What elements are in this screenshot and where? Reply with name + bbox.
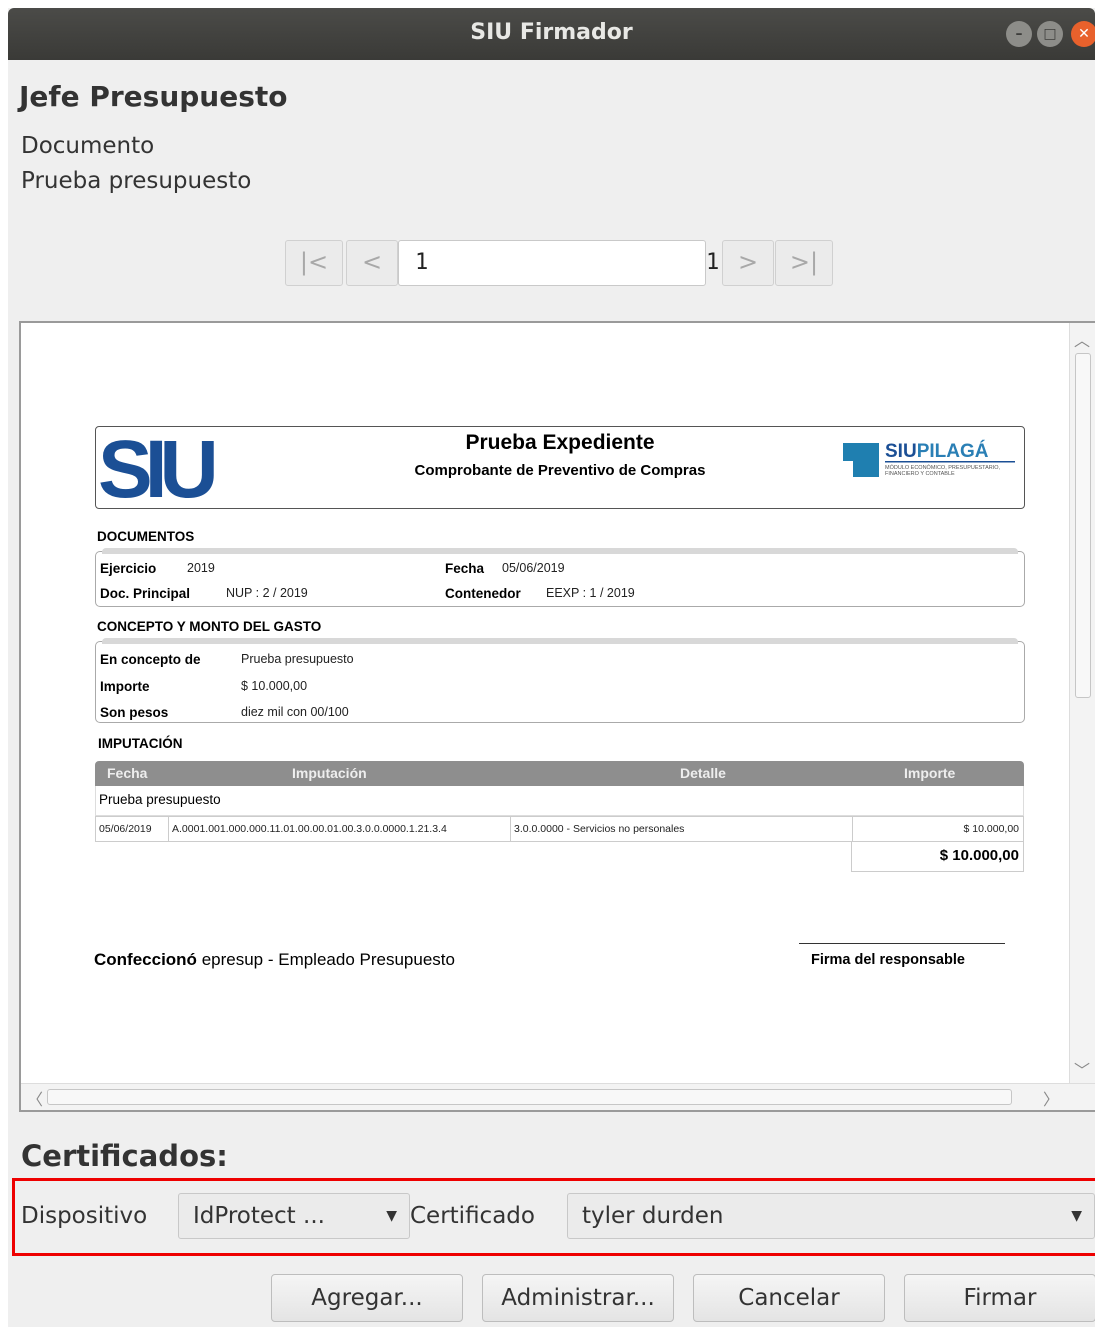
horizontal-scroll-thumb[interactable] bbox=[47, 1089, 1012, 1105]
certificados-title: Certificados: bbox=[21, 1139, 228, 1173]
siu-pilaga-logo: SIUPILAGÁ MÓDULO ECONÓMICO, PRESUPUESTAR… bbox=[843, 440, 1015, 477]
chevron-down-icon: ▼ bbox=[386, 1208, 397, 1224]
fecha-label: Fecha bbox=[445, 561, 485, 576]
dispositivo-label: Dispositivo bbox=[21, 1203, 148, 1229]
concepto-label: En concepto de bbox=[100, 652, 201, 667]
cancelar-button[interactable]: Cancelar bbox=[693, 1274, 885, 1322]
pdf-page: SIU Prueba Expediente Comprobante de Pre… bbox=[21, 323, 1071, 1083]
agregar-button[interactable]: Agregar... bbox=[271, 1274, 463, 1322]
scroll-right-icon[interactable]: 〉 bbox=[1043, 1086, 1059, 1110]
concepto-value: Prueba presupuesto bbox=[241, 652, 354, 666]
row-imputacion: A.0001.001.000.000.11.01.00.00.01.00.3.0… bbox=[169, 817, 511, 841]
documentos-box: Ejercicio 2019 Fecha 05/06/2019 Doc. Pri… bbox=[95, 548, 1025, 607]
doc-principal-label: Doc. Principal bbox=[100, 586, 191, 601]
documentos-title: DOCUMENTOS bbox=[97, 529, 195, 544]
confecciono-value: epresup - Empleado Presupuesto bbox=[201, 950, 455, 969]
signature-label: Firma del responsable bbox=[811, 952, 965, 968]
page-number-input[interactable]: 1 bbox=[398, 240, 706, 286]
app-window: SIU Firmador – □ ✕ Jefe Presupuesto Docu… bbox=[8, 8, 1095, 1327]
scroll-down-icon[interactable]: ﹀ bbox=[1074, 1057, 1090, 1081]
concepto-box: En concepto de Prueba presupuesto Import… bbox=[95, 638, 1025, 723]
row-importe: $ 10.000,00 bbox=[963, 823, 1019, 835]
close-icon[interactable]: ✕ bbox=[1071, 21, 1095, 47]
page-total: 1 bbox=[706, 250, 720, 275]
row-detalle: 3.0.0.0000 - Servicios no personales bbox=[511, 817, 853, 841]
title-bar[interactable]: SIU Firmador – □ ✕ bbox=[8, 8, 1095, 60]
scroll-left-icon[interactable]: 〈 bbox=[27, 1086, 43, 1110]
svg-text:MÓDULO ECONÓMICO, PRESUPUESTAR: MÓDULO ECONÓMICO, PRESUPUESTARIO, bbox=[885, 464, 1001, 471]
maximize-icon[interactable]: □ bbox=[1037, 21, 1063, 47]
concepto-title: CONCEPTO Y MONTO DEL GASTO bbox=[97, 619, 322, 634]
administrar-button[interactable]: Administrar... bbox=[482, 1274, 674, 1322]
imputacion-title: IMPUTACIÓN bbox=[98, 736, 183, 751]
confecciono-label: Confeccionó bbox=[94, 950, 197, 969]
horizontal-scrollbar[interactable]: 〈 〉 bbox=[21, 1083, 1095, 1110]
son-pesos-label: Son pesos bbox=[100, 705, 169, 720]
certificado-value: tyler durden bbox=[582, 1203, 724, 1229]
dispositivo-dropdown[interactable]: IdProtect ... ▼ bbox=[178, 1193, 410, 1239]
table-group-row: Prueba presupuesto bbox=[95, 786, 1024, 816]
window-title: SIU Firmador bbox=[470, 20, 633, 45]
certificado-label: Certificado bbox=[410, 1203, 535, 1229]
document-name: Prueba presupuesto bbox=[21, 168, 252, 194]
minimize-icon[interactable]: – bbox=[1006, 21, 1032, 47]
doc-principal-value: NUP : 2 / 2019 bbox=[226, 586, 308, 600]
ejercicio-label: Ejercicio bbox=[100, 561, 157, 576]
svg-text:SIUPILAGÁ: SIUPILAGÁ bbox=[885, 440, 989, 462]
document-label: Documento bbox=[21, 133, 155, 159]
vertical-scrollbar[interactable]: ︿ ﹀ bbox=[1069, 323, 1095, 1083]
signature-line bbox=[799, 943, 1005, 944]
col-detalle: Detalle bbox=[680, 765, 726, 781]
importe-value: $ 10.000,00 bbox=[241, 679, 308, 693]
table-total: $ 10.000,00 bbox=[851, 842, 1024, 872]
vertical-scroll-thumb[interactable] bbox=[1075, 353, 1091, 698]
svg-text:FINANCIERO Y CONTABLE: FINANCIERO Y CONTABLE bbox=[885, 471, 955, 477]
contenedor-value: EEXP : 1 / 2019 bbox=[546, 586, 635, 600]
col-importe: Importe bbox=[904, 765, 956, 781]
son-pesos-value: diez mil con 00/100 bbox=[241, 705, 349, 719]
imputacion-table-header: Fecha Imputación Detalle Importe bbox=[95, 761, 1024, 786]
group-label: Prueba presupuesto bbox=[99, 792, 221, 807]
ejercicio-value: 2019 bbox=[187, 561, 215, 575]
col-fecha: Fecha bbox=[107, 765, 148, 781]
firmar-button[interactable]: Firmar bbox=[904, 1274, 1095, 1322]
document-viewer[interactable]: SIU Prueba Expediente Comprobante de Pre… bbox=[19, 321, 1095, 1112]
row-fecha: 05/06/2019 bbox=[96, 817, 169, 841]
col-imputacion: Imputación bbox=[292, 765, 367, 781]
prev-page-button[interactable]: < bbox=[346, 240, 398, 286]
chevron-down-icon: ▼ bbox=[1071, 1208, 1082, 1224]
certificado-dropdown[interactable]: tyler durden ▼ bbox=[567, 1193, 1095, 1239]
page-title: Jefe Presupuesto bbox=[19, 80, 288, 113]
next-page-button[interactable]: > bbox=[722, 240, 774, 286]
scroll-up-icon[interactable]: ︿ bbox=[1074, 327, 1090, 351]
first-page-button[interactable]: |< bbox=[285, 240, 343, 286]
importe-label: Importe bbox=[100, 679, 150, 694]
confecciono-text: Confeccionó epresup - Empleado Presupues… bbox=[94, 950, 455, 970]
dispositivo-value: IdProtect ... bbox=[193, 1203, 325, 1229]
contenedor-label: Contenedor bbox=[445, 586, 521, 601]
pdf-header: SIU Prueba Expediente Comprobante de Pre… bbox=[95, 426, 1025, 509]
fecha-value: 05/06/2019 bbox=[502, 561, 565, 575]
last-page-button[interactable]: >| bbox=[775, 240, 833, 286]
table-row: 05/06/2019 A.0001.001.000.000.11.01.00.0… bbox=[95, 816, 1024, 842]
